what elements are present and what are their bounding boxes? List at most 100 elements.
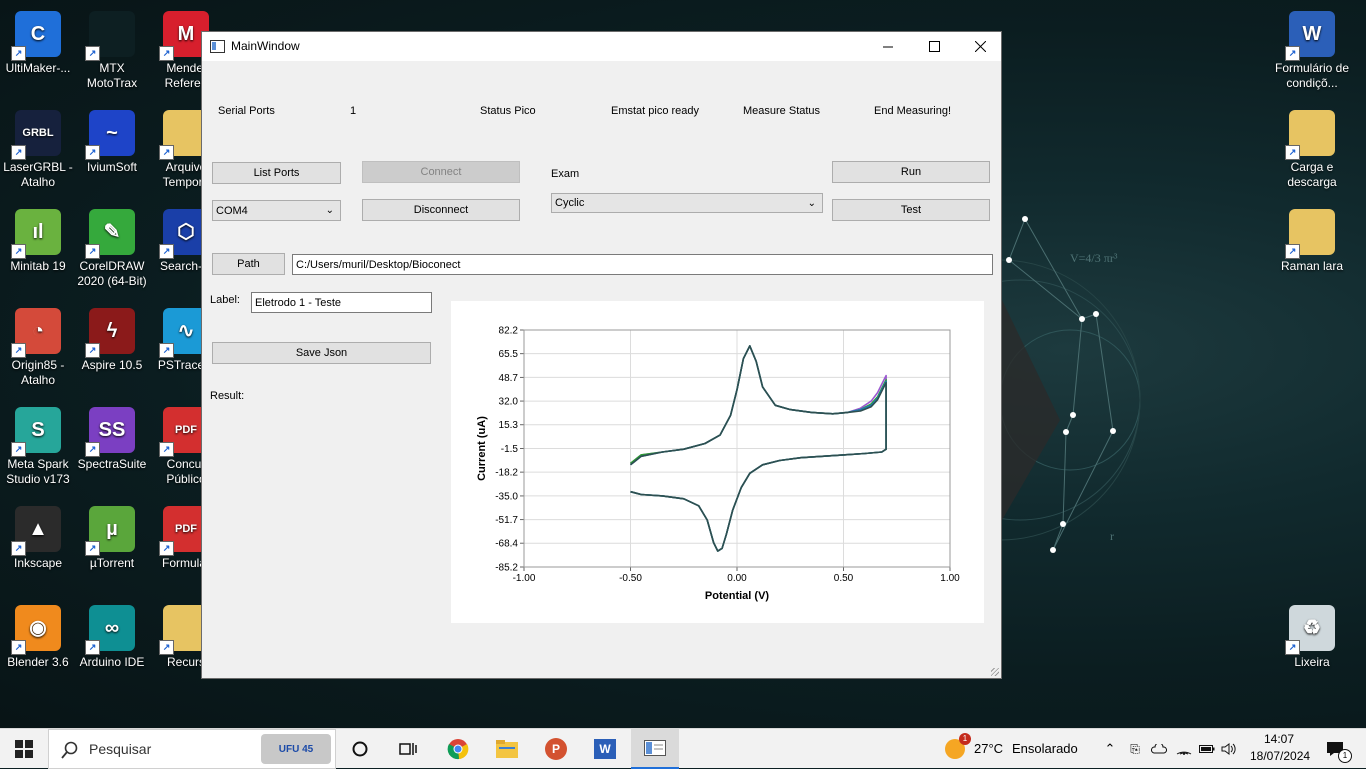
icon-minitab[interactable]: ıl ↗ Minitab 19 [0,201,76,274]
shortcut-arrow-icon: ↗ [1285,640,1300,655]
tray-volume-icon[interactable] [1220,729,1238,769]
icon-laser[interactable]: GRBL ↗ LaserGRBL - Atalho [0,102,76,190]
search-placeholder: Pesquisar [89,741,152,757]
icon-aspire-image: ϟ ↗ [85,308,135,358]
icon-blender-label: Blender 3.6 [7,655,69,669]
icon-formulario-word-label: Formulário de condiçõ... [1274,61,1350,90]
icon-blender[interactable]: ◉ ↗ Blender 3.6 [0,597,76,670]
y-tick-label: -51.7 [495,515,518,526]
start-button[interactable] [0,729,48,769]
shortcut-arrow-icon: ↗ [85,343,100,358]
tray-battery-icon[interactable] [1198,729,1216,769]
shortcut-arrow-icon: ↗ [1285,244,1300,259]
icon-minitab-image: ıl ↗ [11,209,61,259]
icon-mtx-label: MTX MotoTrax [86,61,138,90]
icon-aspire[interactable]: ϟ ↗ Aspire 10.5 [74,300,150,373]
shortcut-arrow-icon: ↗ [159,442,174,457]
taskbar: Pesquisar UFU 45 P W 1 27°C Ensolarado ⌃… [0,728,1366,769]
icon-spectrasuite-label: SpectraSuite [77,457,147,471]
icon-origin[interactable]: ◔ ↗ Origin85 - Atalho [0,300,76,388]
tray-cloud-icon[interactable] [1150,729,1168,769]
x-tick-label: 1.00 [940,573,960,584]
icon-inkscape[interactable]: ▲ ↗ Inkscape [0,498,76,571]
x-axis-label: Potential (V) [705,590,770,602]
search-box[interactable]: Pesquisar UFU 45 [48,729,336,769]
run-button[interactable]: Run [832,161,990,183]
serial-ports-label: Serial Ports [218,105,275,117]
tray-wifi-icon[interactable] [1175,729,1193,769]
cortana-button[interactable] [342,729,378,769]
shortcut-arrow-icon: ↗ [85,145,100,160]
icon-spectrasuite[interactable]: SS ↗ SpectraSuite [74,399,150,472]
test-button[interactable]: Test [832,199,990,221]
y-tick-label: -68.4 [495,539,518,550]
close-button[interactable] [957,32,1003,61]
icon-coreldraw-image: ✎ ↗ [85,209,135,259]
shortcut-arrow-icon: ↗ [159,46,174,61]
disconnect-button[interactable]: Disconnect [362,199,520,221]
icon-metaspark-image: S ↗ [11,407,61,457]
tray-usb-icon[interactable]: ⎘ [1126,729,1144,769]
minimize-icon [883,46,893,47]
path-button[interactable]: Path [212,253,285,275]
weather-widget[interactable]: 1 [940,729,971,769]
notification-center-button[interactable]: 1 [1318,729,1352,769]
y-tick-label: 48.7 [499,373,519,384]
icon-formulario-word-image: W ↗ [1285,11,1335,61]
clock-time[interactable]: 14:07 [1264,732,1294,746]
icon-utorrent[interactable]: µ ↗ µTorrent [74,498,150,571]
exam-select[interactable]: Cyclic ⌄ [551,193,823,213]
y-tick-label: -35.0 [495,491,518,502]
maximize-button[interactable] [911,32,957,61]
list-ports-button[interactable]: List Ports [212,162,341,184]
y-tick-label: 32.0 [499,397,519,408]
icon-laser-image: GRBL ↗ [11,110,61,160]
taskbar-word[interactable]: W [587,729,623,769]
icon-metaspark[interactable]: S ↗ Meta Spark Studio v173 [0,399,76,487]
icon-mtx[interactable]: ↗ MTX MotoTrax [74,3,150,91]
window-titlebar[interactable]: MainWindow [202,32,1001,61]
weather-desc: Ensolarado [1012,741,1078,756]
y-axis-label: Current (uA) [476,416,488,481]
icon-raman-lara-label: Raman lara [1280,259,1344,273]
clock-date[interactable]: 18/07/2024 [1250,749,1310,763]
search-icon [61,741,78,759]
save-json-button[interactable]: Save Json [212,342,431,364]
icon-inkscape-image: ▲ ↗ [11,506,61,556]
measure-status-label: Measure Status [743,105,821,117]
taskbar-mainwindow-app[interactable] [631,729,679,769]
icon-ivium[interactable]: ~ ↗ IviumSoft [74,102,150,175]
taskbar-chrome[interactable] [440,729,476,769]
icon-raman-lara[interactable]: ↗ Raman lara [1274,201,1350,274]
taskbar-file-explorer[interactable] [489,729,525,769]
icon-ultimaker[interactable]: C ↗ UltiMaker-... [0,3,76,76]
exam-label: Exam [551,168,580,180]
icon-formulario-word[interactable]: W ↗ Formulário de condiçõ... [1274,3,1350,91]
chevron-down-icon: ⌄ [807,198,816,209]
icon-lixeira[interactable]: ♻ ↗ Lixeira [1274,597,1350,670]
shortcut-arrow-icon: ↗ [11,145,26,160]
minimize-button[interactable] [865,32,911,61]
maximize-icon [928,41,940,52]
icon-arduino[interactable]: ∞ ↗ Arduino IDE [74,597,150,670]
task-view-button[interactable] [390,729,426,769]
icon-raman-lara-image: ↗ [1285,209,1335,259]
search-highlight-badge[interactable]: UFU 45 [261,734,331,764]
shortcut-arrow-icon: ↗ [159,145,174,160]
sun-icon: 1 [945,733,971,759]
taskbar-powerpoint[interactable]: P [538,729,574,769]
connect-button[interactable]: Connect [362,161,520,183]
port-select[interactable]: COM4 ⌄ [212,200,341,221]
icon-carga-descarga[interactable]: ↗ Carga e descarga [1274,102,1350,190]
icon-origin-label: Origin85 - Atalho [11,358,65,387]
resize-grip[interactable] [991,668,999,676]
icon-aspire-label: Aspire 10.5 [81,358,143,372]
icon-inkscape-label: Inkscape [13,556,63,570]
result-label: Result: [210,390,245,402]
tray-chevron-up-icon[interactable]: ⌃ [1100,729,1120,769]
label-field[interactable]: Eletrodo 1 - Teste [251,292,432,313]
shortcut-arrow-icon: ↗ [11,442,26,457]
path-field[interactable]: C:/Users/muril/Desktop/Bioconect [292,254,993,275]
icon-ivium-image: ~ ↗ [85,110,135,160]
icon-coreldraw[interactable]: ✎ ↗ CorelDRAW 2020 (64-Bit) [74,201,150,289]
